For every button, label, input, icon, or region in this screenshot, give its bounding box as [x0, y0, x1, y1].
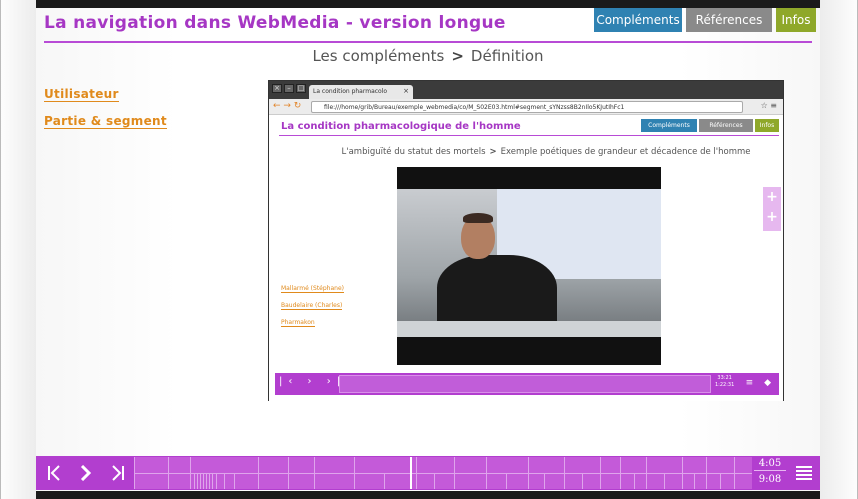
embedded-player-controls: |‹ › ›| — [279, 376, 347, 387]
time-current: 4:05 — [754, 457, 786, 471]
tab-complements[interactable]: Compléments — [594, 8, 682, 32]
player-bar: 4:05 9:08 — [36, 456, 820, 490]
embedded-times: 33:21 1:22:31 — [715, 375, 735, 388]
breadcrumb-current: Définition — [470, 47, 544, 65]
browser-nav-icons: ← → ↻ — [273, 101, 302, 111]
time-display: 4:05 9:08 — [754, 457, 786, 489]
window-buttons: × – □ — [272, 84, 306, 93]
browser-tab: La condition pharmacolo × — [309, 85, 413, 99]
browser-urlbar: ← → ↻ file:///home/grib/Bureau/exemple_w… — [269, 99, 783, 115]
sidebar-link-utilisateur[interactable]: Utilisateur — [44, 87, 119, 102]
breadcrumb-separator: > — [451, 47, 464, 65]
title-divider — [44, 41, 812, 43]
embedded-tab-complements: Compléments — [641, 119, 697, 132]
video-frame — [397, 167, 661, 365]
embedded-title: La condition pharmacologique de l'homme — [281, 121, 521, 132]
timeline-track[interactable] — [134, 457, 752, 489]
embedded-link-mallarme: Mallarmé (Stéphane) — [281, 285, 344, 293]
page-title: La navigation dans WebMedia - version lo… — [44, 13, 506, 33]
tab-references[interactable]: Références — [686, 8, 772, 32]
embedded-title-divider — [279, 135, 779, 136]
speaker-figure — [437, 209, 557, 337]
left-margin — [0, 0, 36, 499]
time-total: 9:08 — [758, 474, 782, 485]
embedded-page: La condition pharmacologique de l'homme … — [269, 115, 783, 401]
embedded-link-baudelaire: Baudelaire (Charles) — [281, 302, 343, 310]
browser-titlebar: × – □ La condition pharmacolo × — [269, 81, 783, 99]
breadcrumb: Les compléments > Définition — [36, 47, 820, 65]
header-tabs: Compléments Références Infos — [594, 8, 816, 32]
embedded-tabs: Compléments Références Infos — [641, 119, 779, 132]
embedded-menu-icon: ≡ ◆ — [745, 378, 775, 388]
skip-end-icon[interactable] — [102, 456, 134, 490]
sidebar-link-partie-segment[interactable]: Partie & segment — [44, 114, 167, 129]
embedded-plus-icon: + + — [763, 187, 781, 231]
illustration-screenshot: × – □ La condition pharmacolo × ← → ↻ file:… — [268, 80, 784, 401]
play-icon[interactable] — [70, 456, 102, 490]
embedded-breadcrumb: L'ambiguïté du statut des mortels > Exempl… — [341, 147, 751, 157]
page: La navigation dans WebMedia - version lo… — [36, 8, 820, 491]
right-margin — [820, 0, 858, 499]
star-icon: ☆ ≡ — [760, 101, 777, 110]
embedded-tab-infos: Infos — [755, 119, 779, 132]
embedded-tab-references: Références — [699, 119, 753, 132]
close-icon: × — [403, 87, 409, 95]
timeline-cursor[interactable] — [410, 457, 412, 489]
url-field: file:///home/grib/Bureau/exemple_webmedi… — [311, 101, 743, 113]
tab-infos[interactable]: Infos — [776, 8, 816, 32]
embedded-player: |‹ › ›| 33:21 1:22:31 ≡ ◆ — [275, 373, 779, 395]
menu-icon[interactable] — [792, 456, 816, 490]
embedded-link-pharmakon: Pharmakon — [281, 319, 315, 327]
skip-start-icon[interactable] — [38, 456, 70, 490]
embedded-track — [339, 375, 711, 393]
breadcrumb-parent[interactable]: Les compléments — [312, 47, 444, 65]
